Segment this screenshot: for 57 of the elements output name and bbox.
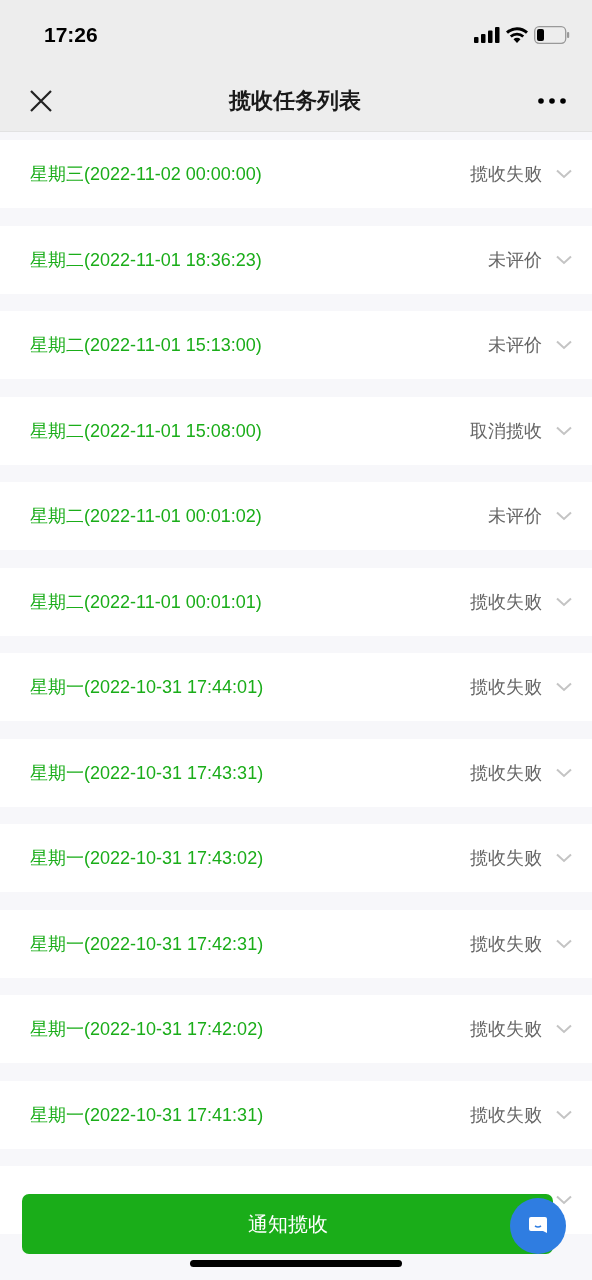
task-status: 揽收失败 — [470, 1017, 542, 1041]
task-row[interactable]: 星期二(2022-11-01 18:36:23) 未评价 — [0, 225, 592, 294]
more-icon[interactable] — [538, 97, 566, 104]
task-date: 星期二(2022-11-01 18:36:23) — [30, 248, 262, 272]
task-status: 揽收失败 — [470, 931, 542, 956]
task-row[interactable]: 星期一(2022-10-31 17:42:02) 揽收失败 — [0, 995, 592, 1063]
task-row[interactable]: 星期一(2022-10-31 17:43:02) 揽收失败 — [0, 824, 592, 892]
task-date: 星期一(2022-10-31 17:43:02) — [30, 847, 264, 870]
task-row[interactable]: 星期三(2022-11-02 00:00:00) 揽收失败 — [0, 140, 592, 208]
chat-icon — [528, 1216, 548, 1236]
chevron-down-icon — [556, 596, 572, 607]
task-status: 揽收失败 — [470, 1102, 542, 1127]
task-date: 星期二(2022-11-01 15:08:00) — [30, 419, 262, 443]
task-row[interactable]: 星期一(2022-10-31 17:41:31) 揽收失败 — [0, 1080, 592, 1149]
wifi-icon — [506, 27, 528, 43]
chevron-down-icon — [556, 767, 572, 778]
chevron-down-icon — [556, 938, 572, 949]
task-date: 星期一(2022-10-31 17:44:01) — [30, 676, 264, 699]
task-date: 星期一(2022-10-31 17:42:02) — [30, 1018, 264, 1041]
chevron-down-icon — [556, 169, 572, 179]
chevron-down-icon — [556, 1195, 572, 1205]
task-date: 星期一(2022-10-31 17:43:31) — [30, 761, 264, 785]
task-row[interactable]: 星期一(2022-10-31 17:44:01) 揽收失败 — [0, 653, 592, 721]
task-date: 星期一(2022-10-31 17:42:31) — [30, 932, 264, 956]
chevron-down-icon — [556, 853, 572, 863]
close-icon[interactable] — [30, 89, 52, 112]
task-row[interactable]: 星期二(2022-11-01 00:01:01) 揽收失败 — [0, 567, 592, 636]
chevron-down-icon — [556, 340, 572, 350]
signal-icon — [474, 27, 500, 43]
task-row[interactable]: 星期一(2022-10-31 17:42:31) 揽收失败 — [0, 909, 592, 978]
task-status: 揽收失败 — [470, 162, 542, 186]
task-status: 揽收失败 — [470, 675, 542, 699]
task-status: 取消揽收 — [470, 418, 542, 443]
chevron-down-icon — [556, 254, 572, 265]
status-time: 17:26 — [44, 23, 98, 47]
task-row[interactable]: 星期二(2022-11-01 00:01:02) 未评价 — [0, 482, 592, 550]
battery-icon — [534, 26, 570, 44]
task-row[interactable]: 星期二(2022-11-01 15:13:00) 未评价 — [0, 311, 592, 379]
task-status: 揽收失败 — [470, 589, 542, 614]
chevron-down-icon — [556, 682, 572, 692]
task-status: 未评价 — [488, 247, 542, 272]
task-status: 揽收失败 — [470, 760, 542, 785]
task-row[interactable]: 星期二(2022-11-01 15:08:00) 取消揽收 — [0, 396, 592, 465]
chevron-down-icon — [556, 1109, 572, 1120]
task-date: 星期二(2022-11-01 00:01:01) — [30, 590, 262, 614]
task-status: 未评价 — [488, 504, 542, 528]
chevron-down-icon — [556, 1024, 572, 1034]
task-row[interactable]: 星期一(2022-10-31 17:43:31) 揽收失败 — [0, 738, 592, 807]
task-date: 星期三(2022-11-02 00:00:00) — [30, 163, 262, 186]
page-title: 揽收任务列表 — [229, 86, 361, 115]
chevron-down-icon — [556, 425, 572, 436]
task-status: 未评价 — [488, 333, 542, 357]
task-date: 星期一(2022-10-31 17:41:31) — [30, 1103, 264, 1127]
chevron-down-icon — [556, 511, 572, 521]
task-date: 星期二(2022-11-01 00:01:02) — [30, 505, 262, 528]
task-date: 星期二(2022-11-01 15:13:00) — [30, 334, 262, 357]
task-status: 揽收失败 — [470, 846, 542, 870]
